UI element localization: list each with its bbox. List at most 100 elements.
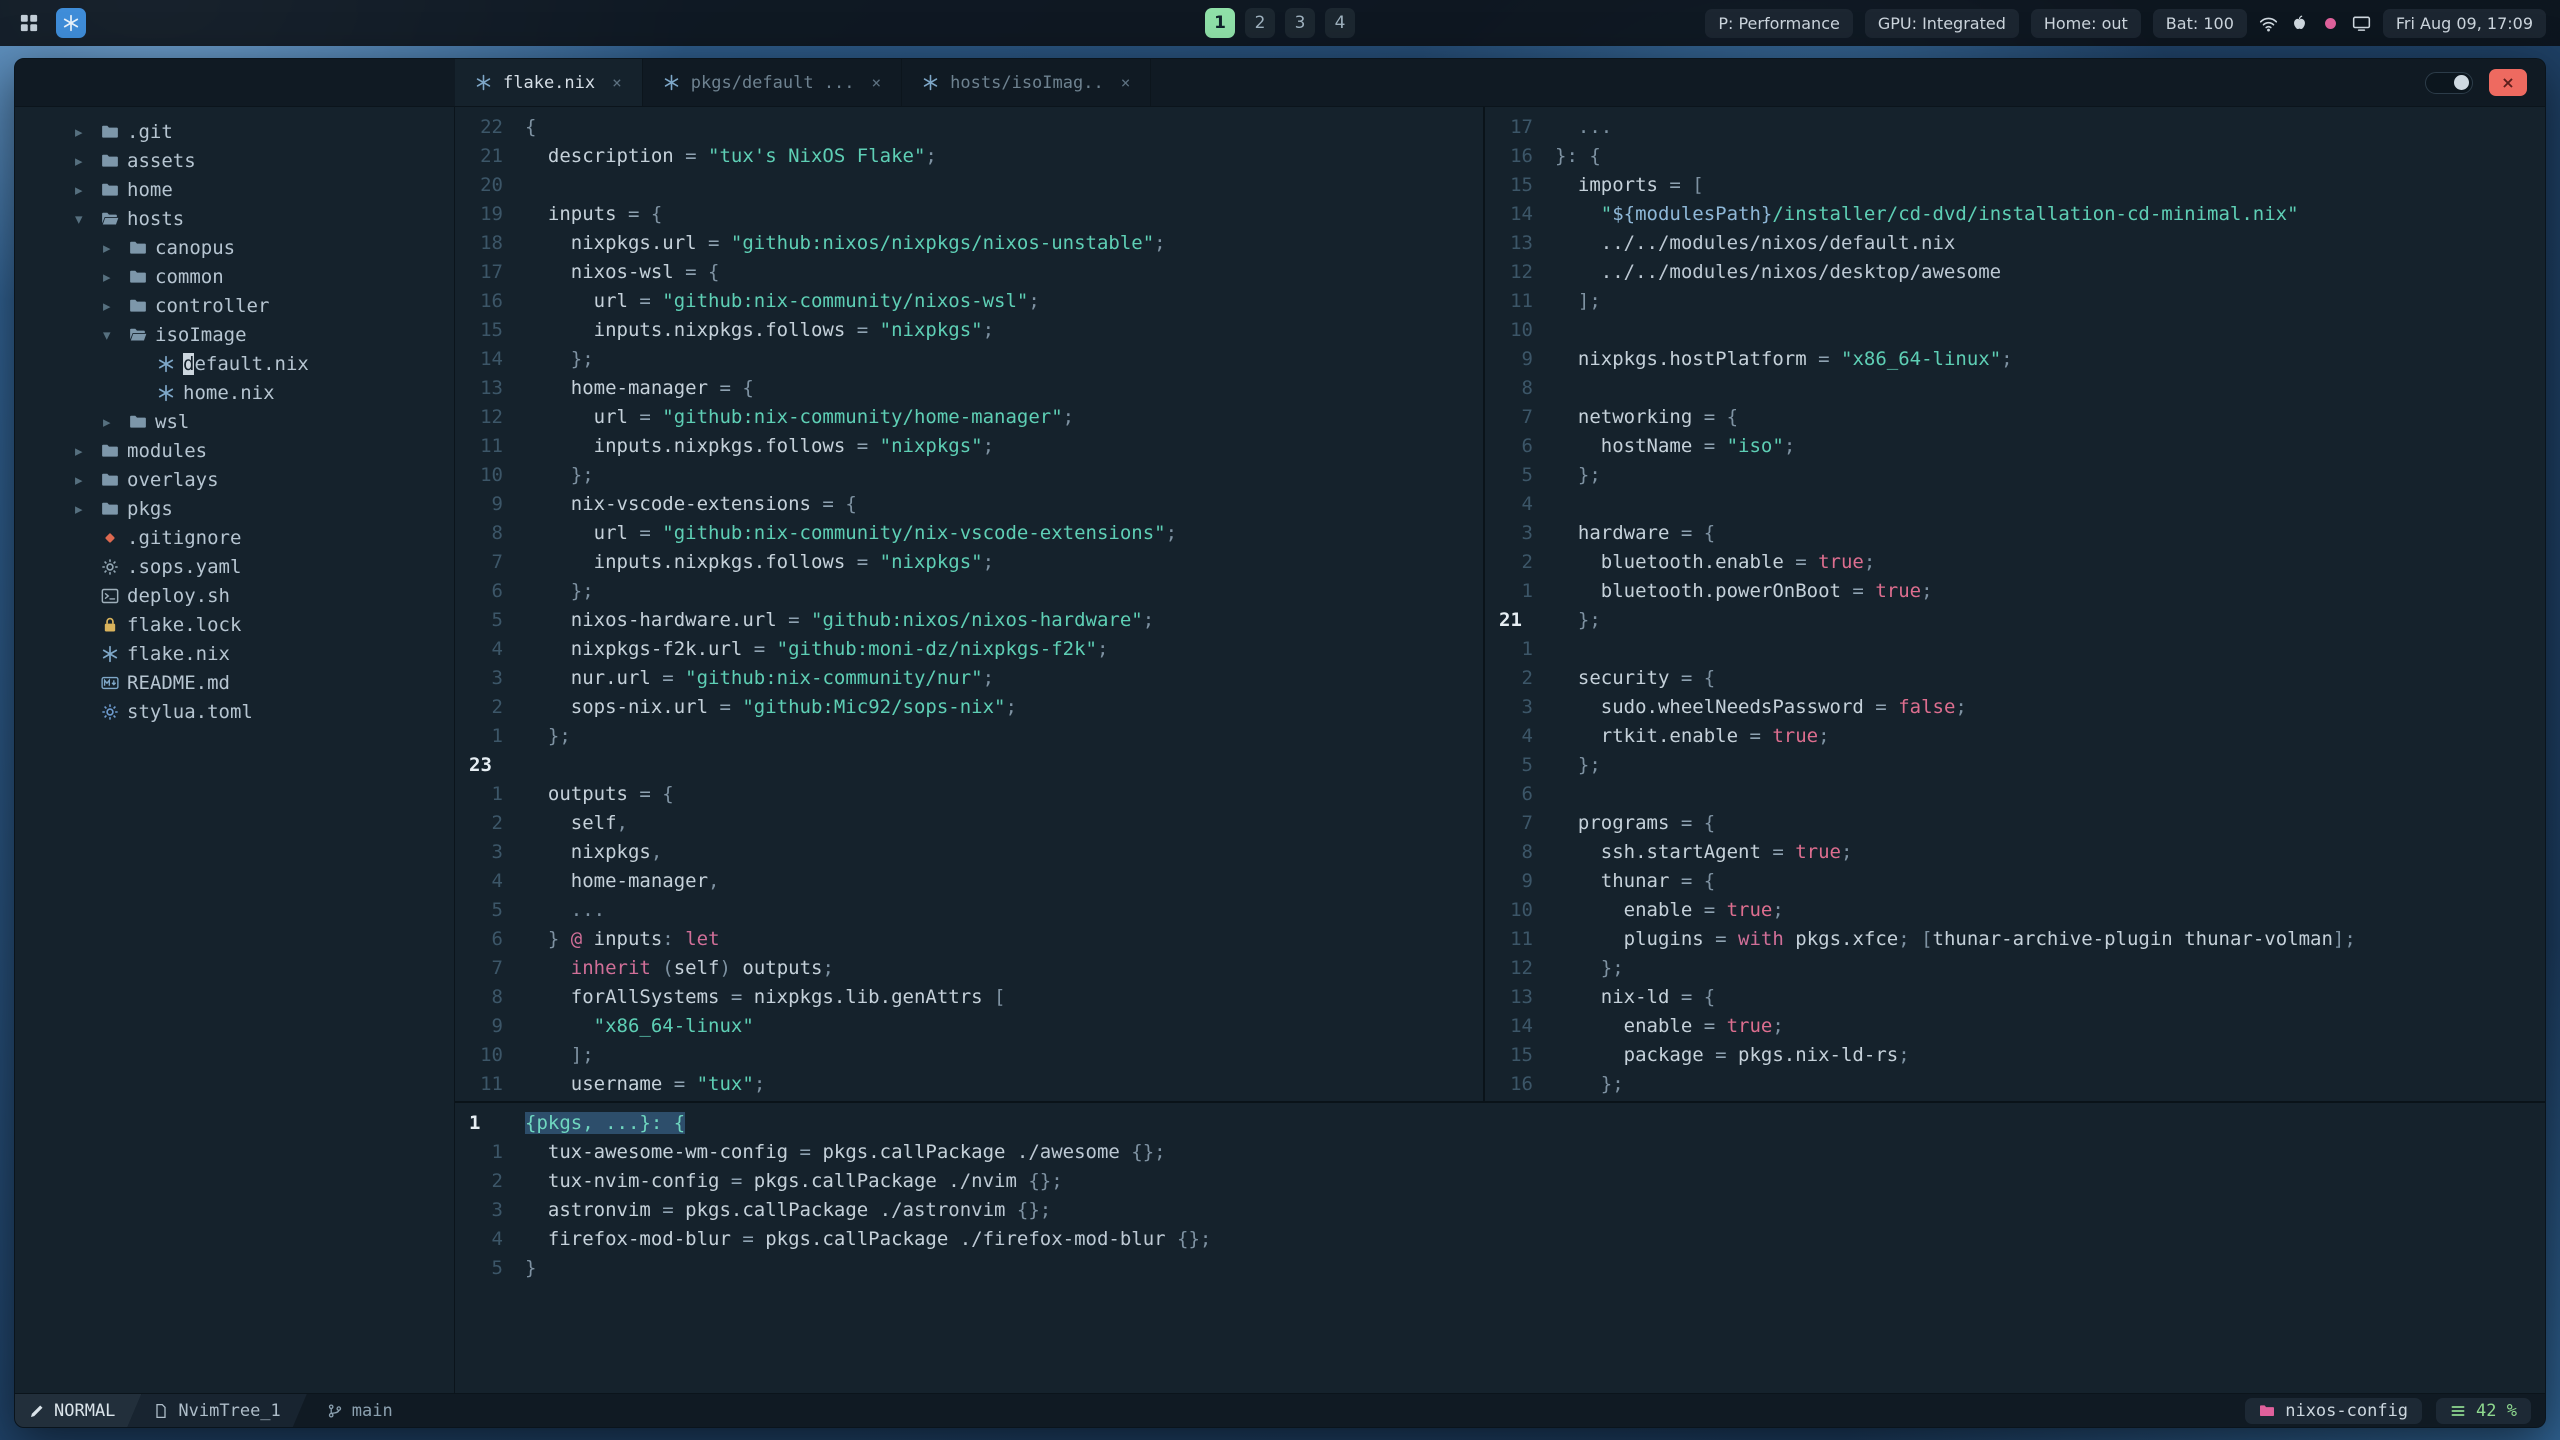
code-line[interactable]: 13 ../../modules/nixos/default.nix — [1485, 229, 2545, 258]
code-line[interactable]: 5 ... — [455, 896, 1483, 925]
editor-pane-flake-nix[interactable]: 22{21 description = "tux's NixOS Flake";… — [455, 107, 1485, 1101]
code-line[interactable]: 14 }; — [455, 345, 1483, 374]
code-line[interactable]: 6 }; — [455, 577, 1483, 606]
code-line[interactable]: 5} — [455, 1254, 2545, 1283]
tree-item-.gitignore[interactable]: .gitignore — [15, 523, 454, 552]
code-line[interactable]: 9 "x86_64-linux" — [455, 1012, 1483, 1041]
tab-hosts-isoImag..[interactable]: hosts/isoImag.. × — [902, 59, 1152, 106]
tab-flake.nix[interactable]: flake.nix × — [455, 59, 643, 106]
tree-item-common[interactable]: ▸ common — [15, 262, 454, 291]
code-line[interactable]: 4 firefox-mod-blur = pkgs.callPackage ./… — [455, 1225, 2545, 1254]
code-line[interactable]: 1 }; — [455, 722, 1483, 751]
window-toggle[interactable] — [2425, 71, 2473, 94]
code-line[interactable]: 22 { — [455, 113, 1483, 142]
tree-item-modules[interactable]: ▸ modules — [15, 436, 454, 465]
code-line[interactable]: 8 url = "github:nix-community/nix-vscode… — [455, 519, 1483, 548]
dot-icon[interactable] — [2321, 14, 2340, 33]
code-line[interactable]: 1 {pkgs, ...}: { — [455, 1109, 2545, 1138]
tree-item-home.nix[interactable]: home.nix — [15, 378, 454, 407]
code-line[interactable]: 3 hardware = { — [1485, 519, 2545, 548]
tree-item-default.nix[interactable]: default.nix — [15, 349, 454, 378]
code-line[interactable]: 12 ../../modules/nixos/desktop/awesome — [1485, 258, 2545, 287]
code-line[interactable]: 9 thunar = { — [1485, 867, 2545, 896]
code-line[interactable]: 17 ... — [1485, 113, 2545, 142]
apple-icon[interactable] — [2290, 14, 2309, 33]
code-line[interactable]: 3 nur.url = "github:nix-community/nur"; — [455, 664, 1483, 693]
tree-item-isoImage[interactable]: ▾ isoImage — [15, 320, 454, 349]
code-line[interactable]: 9 nixpkgs.hostPlatform = "x86_64-linux"; — [1485, 345, 2545, 374]
tree-item-.git[interactable]: ▸ .git — [15, 117, 454, 146]
code-line[interactable]: 11 ]; — [1485, 287, 2545, 316]
tree-item-home[interactable]: ▸ home — [15, 175, 454, 204]
code-line[interactable]: 10 }; — [455, 461, 1483, 490]
code-line[interactable]: 10 — [1485, 316, 2545, 345]
code-line[interactable]: 6 } @ inputs: let — [455, 925, 1483, 954]
code-line[interactable]: 4 — [1485, 490, 2545, 519]
code-line[interactable]: 11 username = "tux"; — [455, 1070, 1483, 1099]
code-line[interactable]: 7 programs = { — [1485, 809, 2545, 838]
window-close-button[interactable]: × — [2489, 69, 2527, 96]
code-line[interactable]: 4 rtkit.enable = true; — [1485, 722, 2545, 751]
tree-item-README.md[interactable]: README.md — [15, 668, 454, 697]
code-line[interactable]: 2 self, — [455, 809, 1483, 838]
code-line[interactable]: 18 nixpkgs.url = "github:nixos/nixpkgs/n… — [455, 229, 1483, 258]
code-line[interactable]: 11 plugins = with pkgs.xfce; [thunar-arc… — [1485, 925, 2545, 954]
tree-item-overlays[interactable]: ▸ overlays — [15, 465, 454, 494]
code-line[interactable]: 8 — [1485, 374, 2545, 403]
code-line[interactable]: 7 inputs.nixpkgs.follows = "nixpkgs"; — [455, 548, 1483, 577]
code-line[interactable]: 14 "${modulesPath}/installer/cd-dvd/inst… — [1485, 200, 2545, 229]
tab-close-icon[interactable]: × — [872, 73, 882, 92]
tree-item-controller[interactable]: ▸ controller — [15, 291, 454, 320]
code-line[interactable]: 10 ]; — [455, 1041, 1483, 1070]
code-line[interactable]: 4 nixpkgs-f2k.url = "github:moni-dz/nixp… — [455, 635, 1483, 664]
code-line[interactable]: 1 — [1485, 635, 2545, 664]
tab-close-icon[interactable]: × — [612, 73, 622, 92]
tree-item-flake.lock[interactable]: flake.lock — [15, 610, 454, 639]
tree-item-assets[interactable]: ▸ assets — [15, 146, 454, 175]
code-line[interactable]: 3 astronvim = pkgs.callPackage ./astronv… — [455, 1196, 2545, 1225]
code-line[interactable]: 8 ssh.startAgent = true; — [1485, 838, 2545, 867]
code-line[interactable]: 16}: { — [1485, 142, 2545, 171]
code-line[interactable]: 1 outputs = { — [455, 780, 1483, 809]
workspace-button-3[interactable]: 3 — [1285, 8, 1315, 38]
code-line[interactable]: 2 tux-nvim-config = pkgs.callPackage ./n… — [455, 1167, 2545, 1196]
code-line[interactable]: 8 forAllSystems = nixpkgs.lib.genAttrs [ — [455, 983, 1483, 1012]
code-line[interactable]: 14 enable = true; — [1485, 1012, 2545, 1041]
workspace-button-1[interactable]: 1 — [1205, 8, 1235, 38]
code-line[interactable]: 23 — [455, 751, 1483, 780]
tree-item-flake.nix[interactable]: flake.nix — [15, 639, 454, 668]
code-line[interactable]: 12 }; — [1485, 954, 2545, 983]
nix-logo-icon[interactable] — [56, 8, 86, 38]
code-line[interactable]: 16 url = "github:nix-community/nixos-wsl… — [455, 287, 1483, 316]
code-line[interactable]: 20 — [455, 171, 1483, 200]
workspace-button-2[interactable]: 2 — [1245, 8, 1275, 38]
code-line[interactable]: 3 nixpkgs, — [455, 838, 1483, 867]
editor-pane-iso-default-nix[interactable]: 17 ... 16}: {15 imports = [14 "${modulesP… — [1485, 107, 2545, 1101]
code-line[interactable]: 5 }; — [1485, 461, 2545, 490]
code-line[interactable]: 3 sudo.wheelNeedsPassword = false; — [1485, 693, 2545, 722]
code-line[interactable]: 2 security = { — [1485, 664, 2545, 693]
code-line[interactable]: 2 sops-nix.url = "github:Mic92/sops-nix"… — [455, 693, 1483, 722]
tree-item-stylua.toml[interactable]: stylua.toml — [15, 697, 454, 726]
tree-item-wsl[interactable]: ▸ wsl — [15, 407, 454, 436]
code-line[interactable]: 11 inputs.nixpkgs.follows = "nixpkgs"; — [455, 432, 1483, 461]
code-line[interactable]: 12 url = "github:nix-community/home-mana… — [455, 403, 1483, 432]
editor-pane-pkgs-default-nix[interactable]: 1 {pkgs, ...}: {1 tux-awesome-wm-config =… — [455, 1101, 2545, 1393]
code-line[interactable]: 7 inherit (self) outputs; — [455, 954, 1483, 983]
code-line[interactable]: 1 tux-awesome-wm-config = pkgs.callPacka… — [455, 1138, 2545, 1167]
code-line[interactable]: 15 inputs.nixpkgs.follows = "nixpkgs"; — [455, 316, 1483, 345]
code-line[interactable]: 21 description = "tux's NixOS Flake"; — [455, 142, 1483, 171]
code-line[interactable]: 5 nixos-hardware.url = "github:nixos/nix… — [455, 606, 1483, 635]
code-line[interactable]: 15 imports = [ — [1485, 171, 2545, 200]
code-line[interactable]: 5 }; — [1485, 751, 2545, 780]
tab-pkgs-default-...[interactable]: pkgs/default ... × — [643, 59, 903, 106]
code-line[interactable]: 4 home-manager, — [455, 867, 1483, 896]
tree-item-pkgs[interactable]: ▸ pkgs — [15, 494, 454, 523]
tree-item-deploy.sh[interactable]: deploy.sh — [15, 581, 454, 610]
code-line[interactable]: 17 nixos-wsl = { — [455, 258, 1483, 287]
code-line[interactable]: 13 home-manager = { — [455, 374, 1483, 403]
code-line[interactable]: 16 }; — [1485, 1070, 2545, 1099]
display-icon[interactable] — [2352, 14, 2371, 33]
code-line[interactable]: 19 inputs = { — [455, 200, 1483, 229]
tree-item-.sops.yaml[interactable]: .sops.yaml — [15, 552, 454, 581]
